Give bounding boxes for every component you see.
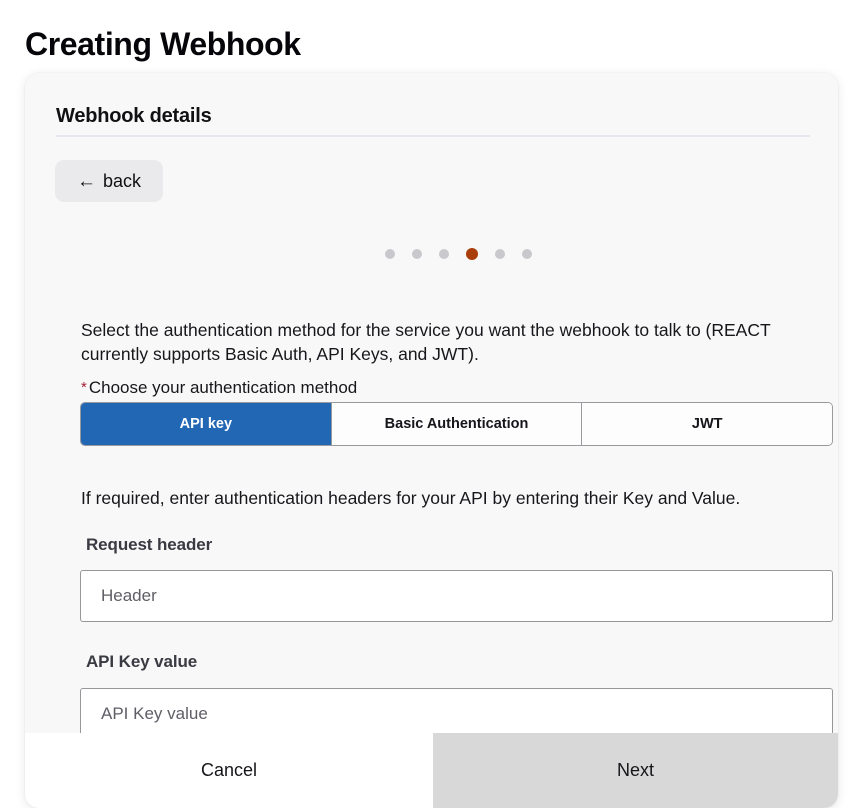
auth-method-label-text: Choose your authentication method	[89, 378, 357, 397]
step-dot-1[interactable]	[385, 249, 395, 259]
back-button[interactable]: ← back	[55, 160, 163, 202]
api-key-value-label: API Key value	[86, 652, 197, 672]
card-footer: Cancel Next	[25, 733, 838, 808]
request-header-input[interactable]	[80, 570, 833, 622]
auth-method-label: *Choose your authentication method	[81, 378, 357, 398]
arrow-left-icon: ←	[77, 172, 96, 191]
card-divider	[56, 135, 810, 137]
webhook-creation-page: Creating Webhook Webhook details ← back …	[0, 0, 852, 808]
request-header-label: Request header	[86, 535, 212, 555]
card-heading: Webhook details	[56, 105, 212, 128]
next-button[interactable]: Next	[433, 733, 838, 808]
auth-method-tabs: API key Basic Authentication JWT	[80, 402, 833, 446]
headers-help-text: If required, enter authentication header…	[81, 486, 801, 510]
cancel-button[interactable]: Cancel	[25, 733, 433, 808]
tab-basic-authentication[interactable]: Basic Authentication	[332, 403, 583, 445]
intro-text: Select the authentication method for the…	[81, 318, 821, 366]
step-dot-3[interactable]	[439, 249, 449, 259]
tab-jwt[interactable]: JWT	[582, 403, 832, 445]
back-button-label: back	[103, 171, 141, 192]
tab-api-key[interactable]: API key	[81, 403, 332, 445]
card-body: Webhook details ← back Select the authen…	[25, 73, 838, 733]
required-asterisk: *	[81, 379, 87, 396]
webhook-details-card: Webhook details ← back Select the authen…	[25, 73, 838, 808]
step-dot-6[interactable]	[522, 249, 532, 259]
step-dot-5[interactable]	[495, 249, 505, 259]
page-title: Creating Webhook	[25, 22, 301, 66]
step-indicator	[385, 248, 532, 260]
step-dot-2[interactable]	[412, 249, 422, 259]
step-dot-4-active[interactable]	[466, 248, 478, 260]
